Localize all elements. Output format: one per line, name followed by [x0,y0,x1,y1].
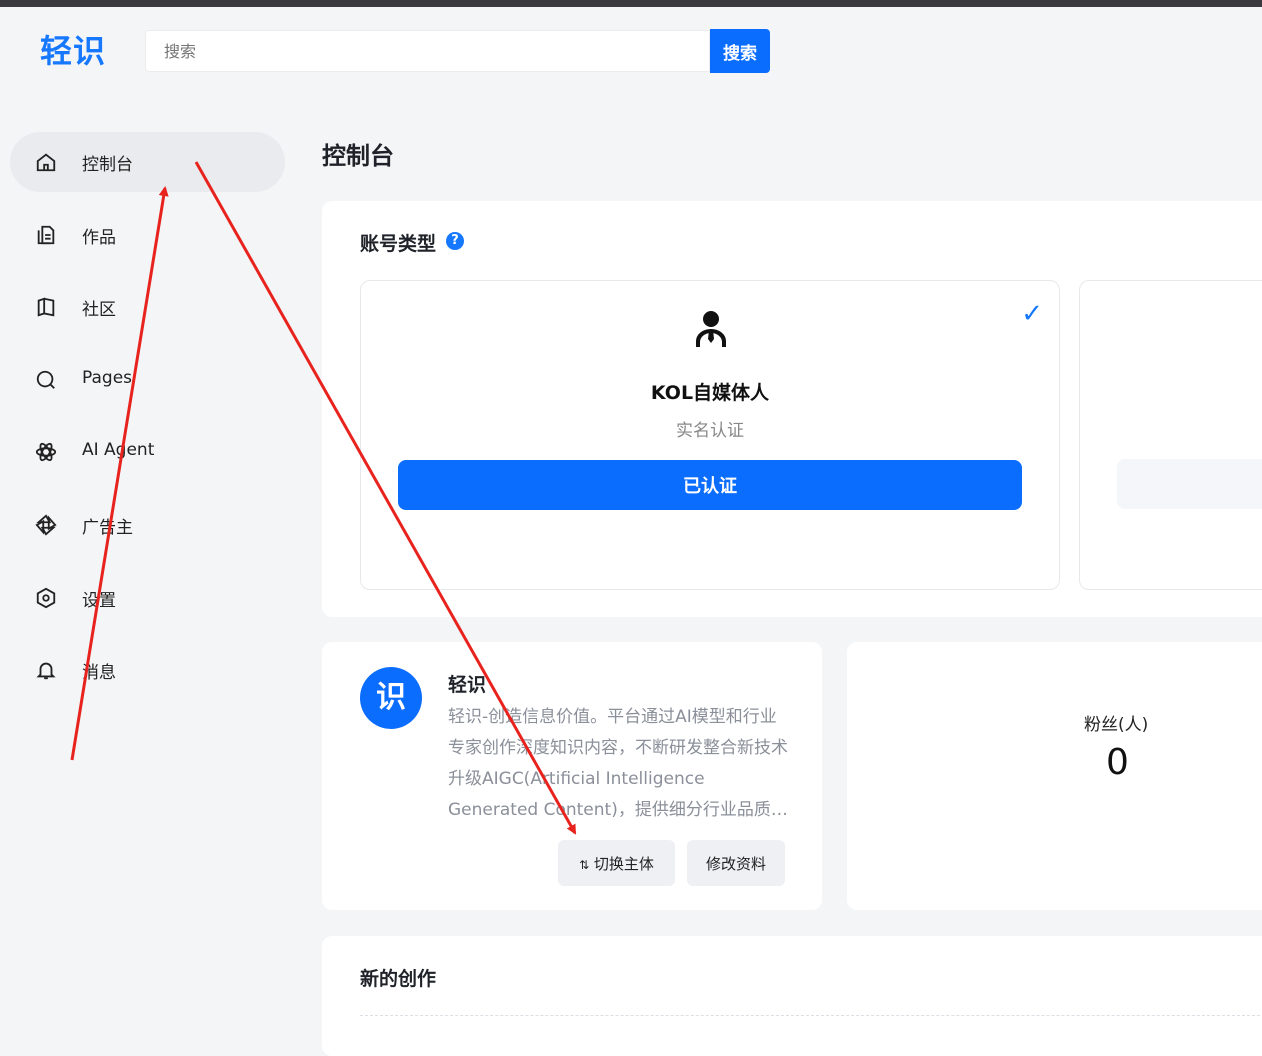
account-type-option-kol[interactable]: ✓ KOL自媒体人 实名认证 已认证 [360,280,1060,590]
sidebar-item-pages[interactable]: Pages [10,350,285,410]
switch-entity-button[interactable]: ⇅ 切换主体 [558,840,675,886]
profile-description: 轻识-创造信息价值。平台通过AI模型和行业专家创作深度知识内容，不断研发整合新技… [448,707,788,820]
new-creations-card: 新的创作 [322,936,1262,1056]
edit-profile-button[interactable]: 修改资料 [687,840,785,886]
app-logo[interactable]: 轻识 [40,26,106,72]
account-type-name: KOL自媒体人 [650,382,770,404]
sidebar-item-label: 社区 [82,300,116,321]
sidebar-item-settings[interactable]: 设置 [10,568,285,628]
home-icon [36,153,56,172]
sidebar-item-community[interactable]: 社区 [10,277,285,337]
account-type-option-other[interactable] [1079,280,1262,590]
sidebar-item-label: 控制台 [82,155,133,175]
verified-button[interactable]: 已认证 [398,460,1022,510]
fans-label: 粉丝(人) [1084,715,1149,735]
fans-count: 0 [1106,742,1129,783]
sidebar-item-label: 作品 [82,227,116,248]
account-type-subtitle: 实名认证 [676,421,744,441]
page-title: 控制台 [322,142,394,170]
sidebar-item-dashboard[interactable]: 控制台 [10,132,285,192]
avatar: 识 [360,667,422,729]
sidebar-nav: 控制台 作品 社区 Pages AI Agent 广告主 设置 消息 [10,132,285,713]
sidebar-item-label: 设置 [82,590,116,611]
search-button[interactable]: 搜索 [710,29,770,73]
sidebar-item-messages[interactable]: 消息 [10,640,285,700]
person-icon [696,311,726,347]
bell-icon [36,662,56,680]
sidebar-item-label: 消息 [82,663,116,684]
sidebar-item-label: Pages [82,367,133,388]
sidebar-item-advertiser[interactable]: 广告主 [10,495,285,555]
sidebar-item-ai-agent[interactable]: AI Agent [10,422,285,482]
creations-placeholder-row [360,1015,1260,1016]
sidebar-item-label: 广告主 [82,517,133,538]
fans-card: 粉丝(人) 0 [847,642,1262,910]
account-type-title: 账号类型 [360,233,437,255]
account-type-other-button[interactable] [1117,459,1262,509]
profile-name: 轻识 [448,674,487,696]
search-input[interactable] [146,31,709,71]
atom-icon [35,443,57,462]
switch-entity-label: 切换主体 [593,854,654,873]
document-icon [37,225,55,244]
switch-arrows-icon: ⇅ [579,857,590,872]
check-icon: ✓ [1021,299,1043,329]
hexagon-settings-icon [36,587,56,608]
account-type-card: 账号类型 ? ✓ KOL自媒体人 实名认证 已认证 [322,201,1262,617]
book-icon [37,297,55,317]
search-circle-icon [36,370,55,389]
sidebar-item-works[interactable]: 作品 [10,205,285,265]
profile-card: 识 轻识 轻识-创造信息价值。平台通过AI模型和行业专家创作深度知识内容，不断研… [322,642,822,910]
help-icon[interactable]: ? [446,232,464,250]
sidebar-item-label: AI Agent [82,440,155,461]
new-creations-title: 新的创作 [360,968,437,990]
search-box[interactable] [145,30,710,72]
aperture-icon [35,514,57,536]
window-top-strip [0,0,1262,7]
